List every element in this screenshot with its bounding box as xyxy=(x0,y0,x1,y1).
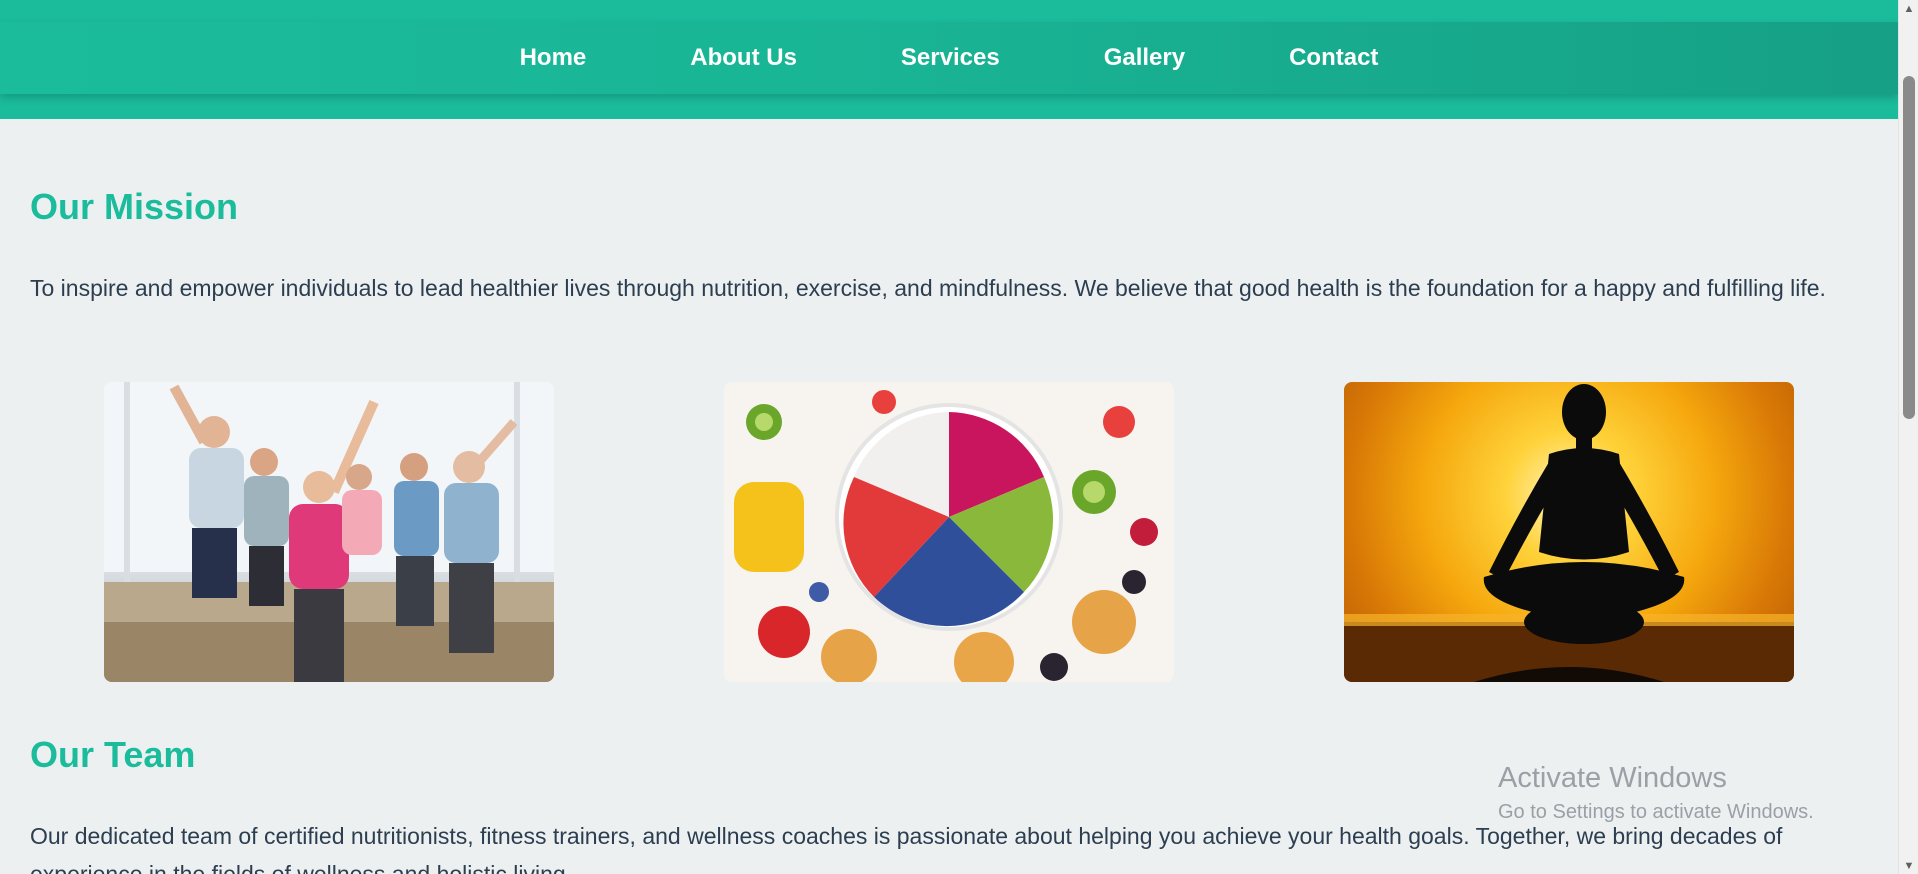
activate-windows-watermark: Activate Windows Go to Settings to activ… xyxy=(1498,758,1814,826)
image-gallery xyxy=(30,382,1868,682)
nav-services-link[interactable]: Services xyxy=(901,44,1000,72)
scroll-down-arrow-icon[interactable]: ▼ xyxy=(1899,857,1918,874)
nav-about-link[interactable]: About Us xyxy=(690,44,797,72)
vertical-scrollbar[interactable]: ▲ ▼ xyxy=(1898,0,1918,874)
mission-text: To inspire and empower individuals to le… xyxy=(30,275,1826,301)
nav-contact-link[interactable]: Contact xyxy=(1289,44,1378,72)
page: Home About Us Services Gallery Contact O… xyxy=(0,0,1898,874)
header: Home About Us Services Gallery Contact xyxy=(0,0,1898,119)
watermark-subtitle: Go to Settings to activate Windows. xyxy=(1498,801,1814,823)
main-nav: Home About Us Services Gallery Contact xyxy=(0,22,1898,94)
meditation-image xyxy=(1344,382,1794,682)
exercise-class-image xyxy=(104,382,554,682)
nav-home-link[interactable]: Home xyxy=(520,44,587,72)
fruit-bowl-image xyxy=(724,382,1174,682)
watermark-title: Activate Windows xyxy=(1498,762,1727,794)
team-heading: Our Team xyxy=(30,734,196,775)
nav-gallery-link[interactable]: Gallery xyxy=(1104,44,1185,72)
scroll-thumb[interactable] xyxy=(1903,76,1915,419)
scroll-up-arrow-icon[interactable]: ▲ xyxy=(1899,0,1918,17)
mission-heading: Our Mission xyxy=(30,186,239,227)
